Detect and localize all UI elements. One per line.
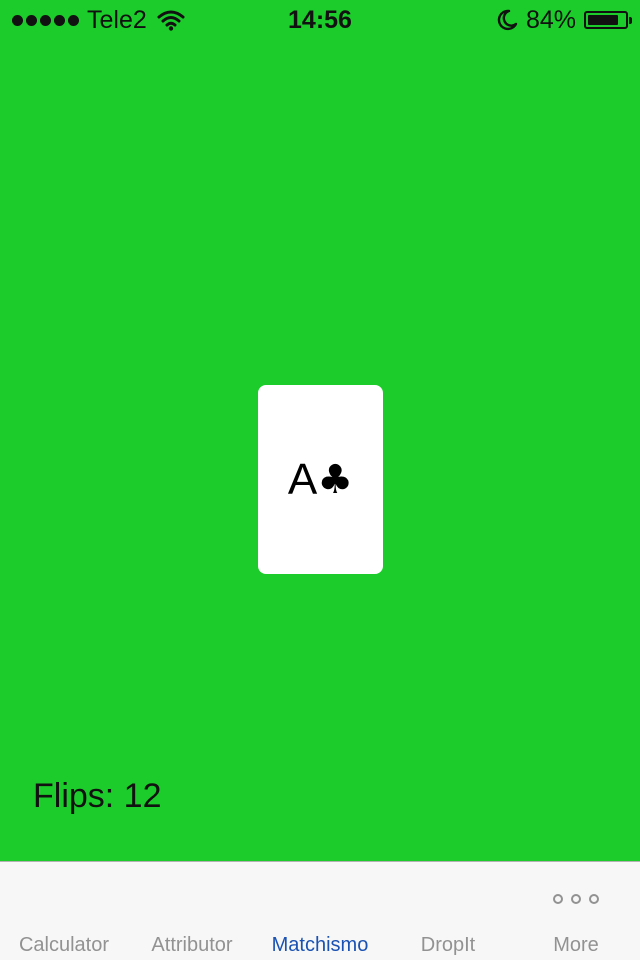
tab-dropit[interactable]: DropIt (384, 862, 512, 960)
battery-percent: 84% (525, 6, 576, 34)
tab-matchismo[interactable]: Matchismo (256, 862, 384, 960)
card-face: A ♣ (287, 454, 354, 504)
moon-icon (496, 9, 518, 31)
tab-calculator[interactable]: Calculator (0, 862, 128, 960)
game-screen: Tele2 14:56 84% A ♣ Flips: 12 Calculator… (0, 0, 640, 960)
tab-label: More (553, 934, 599, 956)
tab-more[interactable]: More (512, 862, 640, 960)
tab-attributor[interactable]: Attributor (128, 862, 256, 960)
tab-label: Calculator (18, 934, 110, 956)
tab-label: Matchismo (271, 934, 369, 956)
more-ellipsis-icon (553, 894, 599, 904)
battery-icon (584, 11, 632, 29)
tab-label: Attributor (151, 934, 233, 956)
card-rank: A (287, 454, 318, 504)
battery-level (588, 15, 618, 25)
card-suit: ♣ (317, 456, 354, 503)
tab-bar: Calculator Attributor Matchismo DropIt M… (0, 861, 640, 960)
tab-label: DropIt (420, 934, 476, 956)
status-bar: Tele2 14:56 84% (0, 0, 640, 40)
status-right: 84% (496, 5, 632, 35)
playing-card[interactable]: A ♣ (258, 385, 383, 574)
flips-label: Flips: 12 (33, 777, 162, 815)
